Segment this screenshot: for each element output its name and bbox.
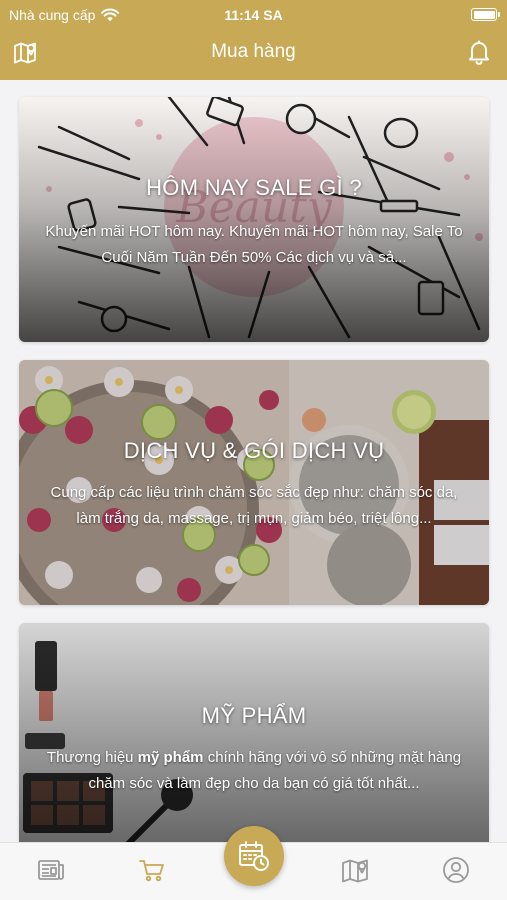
bell-icon[interactable] [465,38,493,66]
news-icon [38,860,64,880]
card-title: DỊCH VỤ & GÓI DỊCH VỤ [123,438,385,463]
card-description: Cung cấp các liệu trình chăm sóc sắc đẹp… [50,484,458,527]
tab-map[interactable] [340,855,370,885]
status-time: 11:14 SA [224,7,283,23]
services-card[interactable]: DỊCH VỤ & GÓI DỊCH VỤ Cung cấp các liệu … [19,360,489,605]
calendar-clock-icon [239,841,269,871]
sale-card[interactable]: Beauty [19,97,489,342]
cosmetics-card[interactable]: MỸ PHẨM Thương hiệu mỹ phẩm chính hãng v… [19,623,489,842]
tab-cart[interactable] [137,855,167,885]
page-title: Mua hàng [211,41,296,62]
card-title: HÔM NAY SALE GÌ ? [146,175,362,200]
status-bar: Nhà cung cấp 11:14 SA [0,0,507,30]
booking-button[interactable] [224,826,284,886]
tab-account[interactable] [441,855,471,885]
nav-bar: Mua hàng [0,30,507,76]
account-icon [443,857,469,883]
tab-news[interactable] [36,855,66,885]
app-header: Nhà cung cấp 11:14 SA Mua hàng [0,0,507,80]
battery-icon [471,8,500,21]
card-description: Khuyến mãi HOT hôm nay. Khuyến mãi HOT h… [45,223,463,266]
highlight-text: mỹ phẩm [137,749,204,766]
card-description: Thương hiệu mỹ phẩm chính hãng với vô số… [46,749,462,792]
cart-icon [139,860,164,882]
map-icon [342,859,368,883]
card-title: MỸ PHẨM [201,703,307,728]
shopping-content: Beauty [0,80,507,842]
